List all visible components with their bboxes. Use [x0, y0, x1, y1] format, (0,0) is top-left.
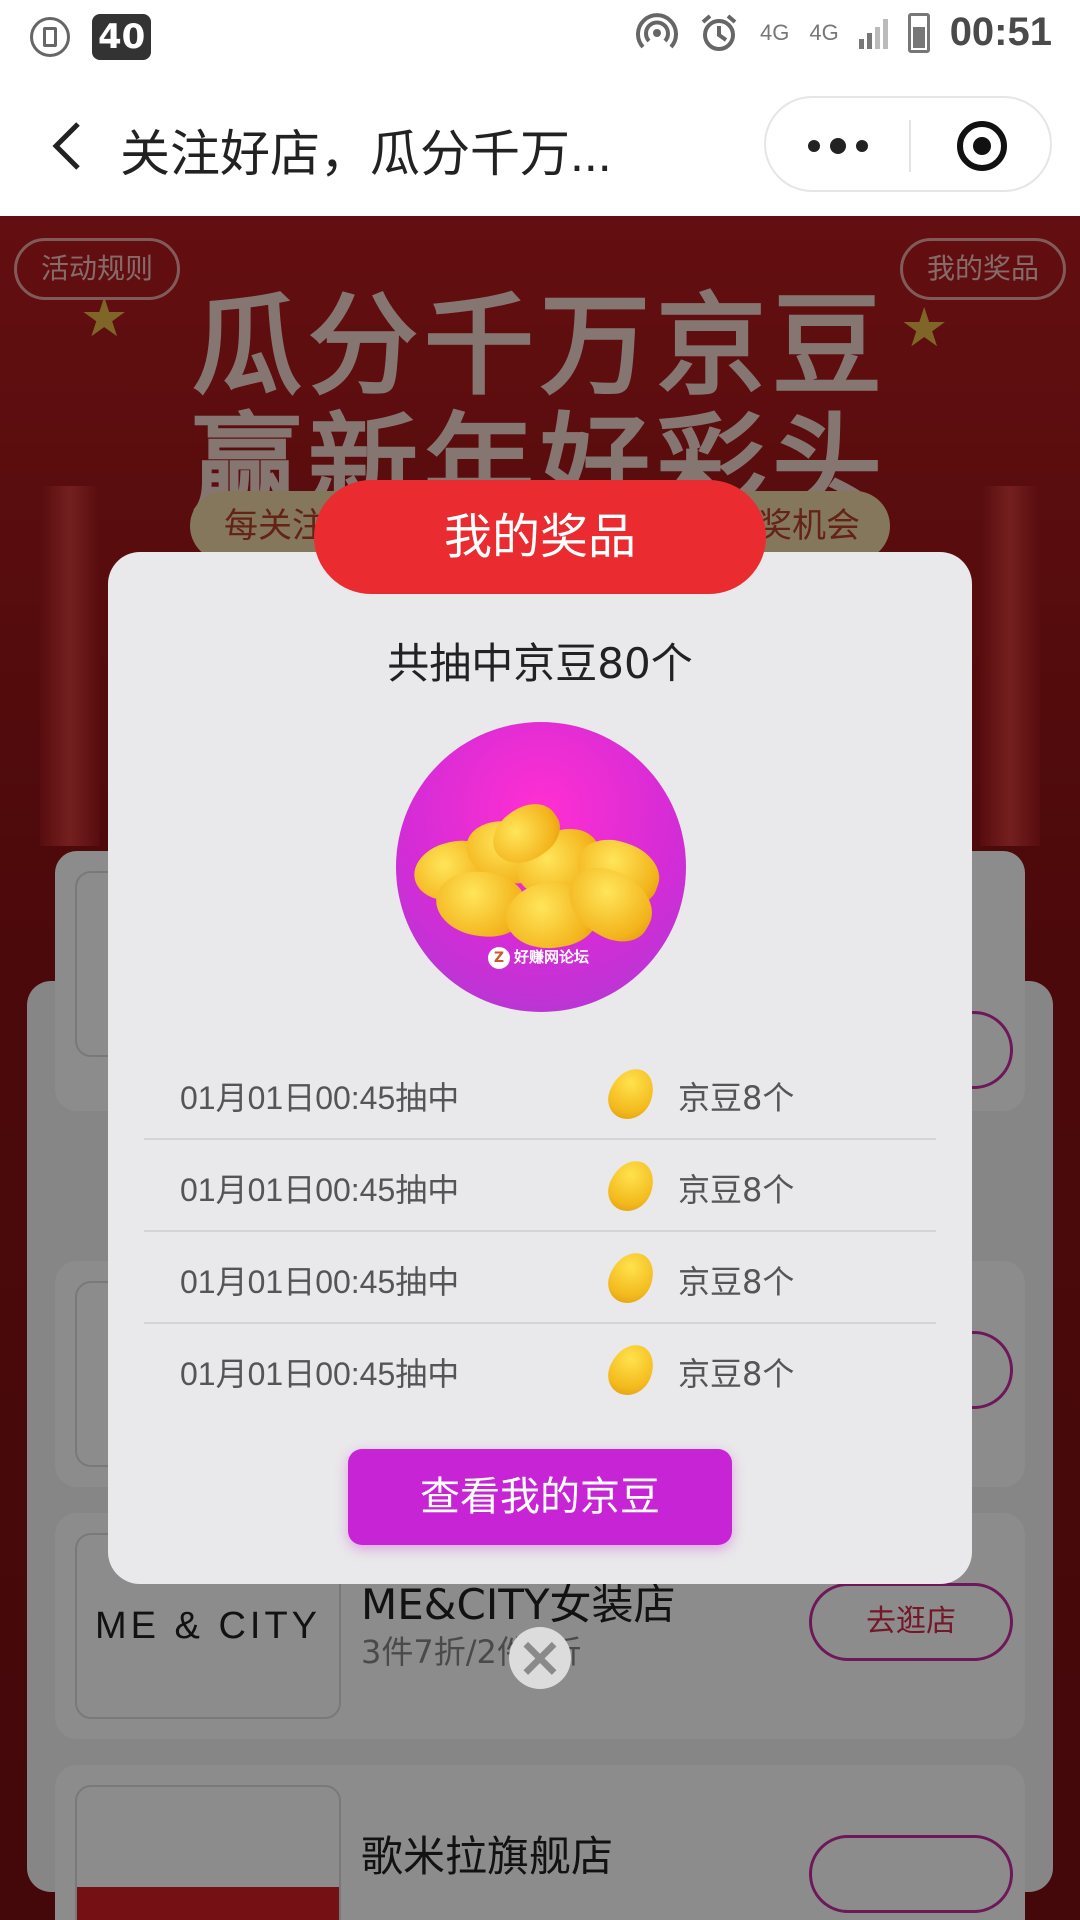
- nav-bar: 关注好店，瓜分千万...: [0, 74, 1080, 216]
- record-prize: 京豆8个: [678, 1171, 795, 1209]
- record-prize: 京豆8个: [678, 1079, 795, 1117]
- prize-total: 共抽中京豆80个: [387, 639, 693, 688]
- more-dots-icon[interactable]: [766, 98, 909, 194]
- jd-bean-icon: [602, 1246, 660, 1310]
- clock: 00:51: [949, 10, 1052, 54]
- battery-saver-icon: [30, 17, 70, 57]
- record-time: 01月01日00:45抽中: [180, 1080, 460, 1116]
- list-item: 01月01日00:45抽中 京豆8个: [144, 1324, 936, 1416]
- page-title: 关注好店，瓜分千万...: [120, 126, 612, 182]
- miniprogram-capsule: [764, 96, 1052, 192]
- chevron-left-icon[interactable]: [40, 116, 100, 176]
- list-item: 01月01日00:45抽中 京豆8个: [144, 1140, 936, 1232]
- network-type-2: 4G: [809, 19, 839, 45]
- jd-bean-icon: [602, 1154, 660, 1218]
- record-time: 01月01日00:45抽中: [180, 1172, 460, 1208]
- battery-icon: [907, 12, 930, 53]
- jd-bean-icon: [602, 1338, 660, 1402]
- modal-title: 我的奖品: [314, 480, 766, 594]
- record-prize: 京豆8个: [678, 1263, 795, 1301]
- record-time: 01月01日00:45抽中: [180, 1356, 460, 1392]
- prize-record-list: 01月01日00:45抽中 京豆8个 01月01日00:45抽中 京豆8个 01…: [144, 1048, 936, 1416]
- hotspot-icon: [635, 12, 678, 48]
- prize-modal: 共抽中京豆80个 Z 好赚网论坛 01月01日00:45抽中 京豆8个 01月01…: [108, 552, 972, 1584]
- status-bar: 40 4G 4G 00:51: [0, 0, 1080, 74]
- view-my-beans-button[interactable]: 查看我的京豆: [348, 1449, 732, 1545]
- jd-bean-icon: [602, 1062, 660, 1126]
- notification-badge: 40: [92, 14, 152, 60]
- close-icon[interactable]: ×: [509, 1627, 571, 1689]
- jd-bean-pile-image: Z 好赚网论坛: [396, 722, 686, 1012]
- list-item: 01月01日00:45抽中 京豆8个: [144, 1048, 936, 1140]
- network-type: 4G: [759, 19, 790, 45]
- list-item: 01月01日00:45抽中 京豆8个: [144, 1232, 936, 1324]
- watermark: Z 好赚网论坛: [488, 946, 589, 969]
- signal-icon: [858, 17, 888, 49]
- record-time: 01月01日00:45抽中: [180, 1264, 460, 1300]
- alarm-icon: [701, 13, 737, 51]
- record-prize: 京豆8个: [678, 1355, 795, 1393]
- target-circle-icon[interactable]: [911, 98, 1052, 194]
